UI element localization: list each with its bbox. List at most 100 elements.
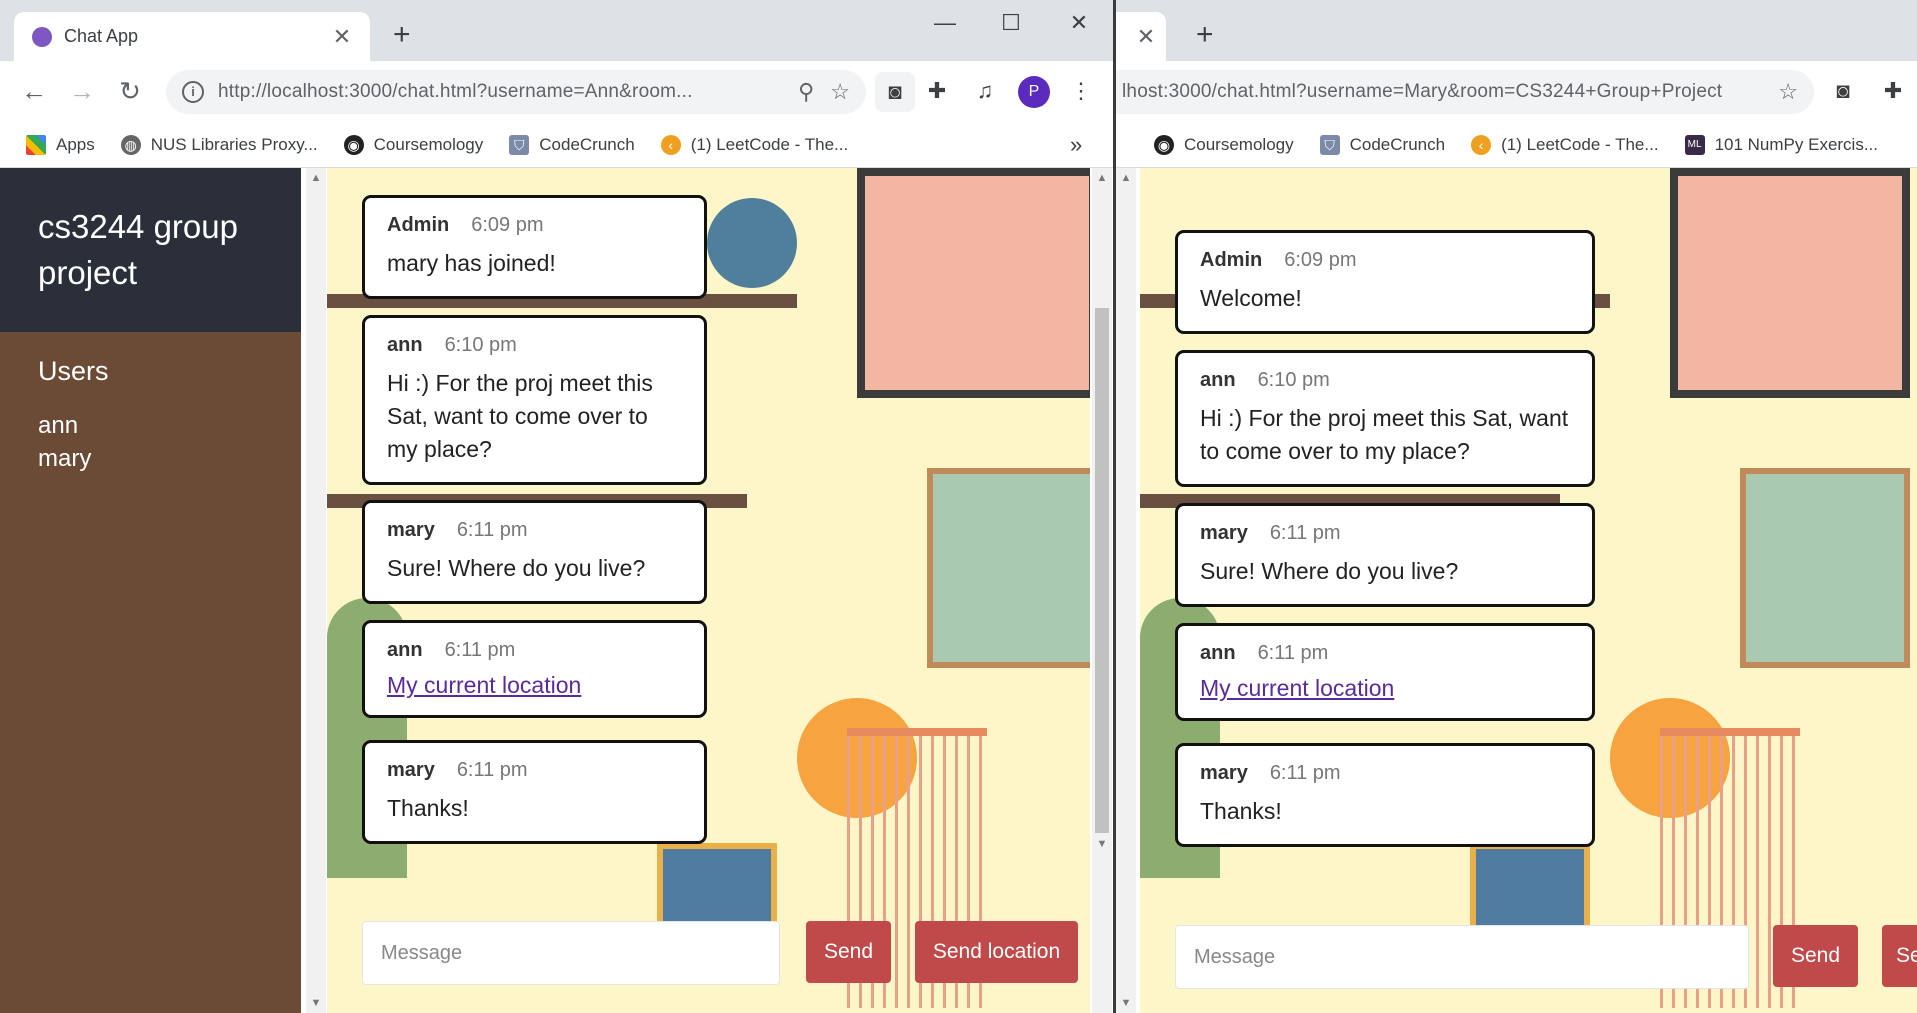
bookmark-apps[interactable]: Apps bbox=[26, 134, 95, 155]
chat-sidebar: cs3244 group project Users ann mary bbox=[0, 168, 301, 1013]
message-bubble: mary 6:11 pm Thanks! bbox=[1175, 743, 1595, 847]
codecrunch-shield-icon: ⛉ bbox=[509, 134, 530, 155]
browser-window-ann: Chat App ✕ + — ☐ ✕ ← → ↻ i http://localh… bbox=[0, 0, 1113, 1013]
plant-pot-decoration bbox=[707, 198, 797, 288]
url-text[interactable]: http://localhost:3000/chat.html?username… bbox=[218, 81, 782, 103]
scroll-down-icon[interactable]: ▼ bbox=[306, 997, 326, 1009]
message-author: mary bbox=[387, 519, 435, 541]
bookmark-label: CodeCrunch bbox=[1349, 134, 1446, 154]
message-bubble: mary 6:11 pm Sure! Where do you live? bbox=[362, 500, 707, 604]
bookmark-numpy[interactable]: ML 101 NumPy Exercis... bbox=[1684, 134, 1878, 155]
message-bubble: mary 6:11 pm Thanks! bbox=[362, 740, 707, 844]
leetcode-icon: ‹ bbox=[660, 134, 681, 155]
message-text: mary has joined! bbox=[387, 250, 556, 276]
location-pin-icon[interactable]: ⚲ bbox=[798, 79, 814, 105]
send-button[interactable]: Send bbox=[806, 921, 891, 983]
close-tab-icon[interactable]: ✕ bbox=[332, 24, 352, 50]
site-info-icon[interactable]: i bbox=[182, 81, 204, 103]
page-scrollbar[interactable]: ▲ ▼ bbox=[1116, 168, 1136, 1013]
send-location-button[interactable]: Se bbox=[1882, 925, 1917, 987]
minimize-icon[interactable]: — bbox=[930, 10, 960, 36]
bookmark-label: CodeCrunch bbox=[539, 134, 635, 154]
bookmark-nus-libraries[interactable]: ◍ NUS Libraries Proxy... bbox=[120, 134, 318, 155]
tab-chat-app[interactable]: Chat App ✕ bbox=[14, 12, 370, 61]
send-button[interactable]: Send bbox=[1773, 925, 1858, 987]
scroll-up-icon[interactable]: ▲ bbox=[1116, 172, 1136, 184]
message-author: ann bbox=[1200, 369, 1236, 391]
address-bar[interactable]: i http://localhost:3000/chat.html?userna… bbox=[166, 70, 866, 114]
message-text: Thanks! bbox=[387, 795, 469, 821]
message-input[interactable]: Message bbox=[362, 921, 780, 985]
bookmark-star-icon[interactable]: ☆ bbox=[830, 79, 850, 105]
message-bubble: ann 6:11 pm My current location bbox=[362, 620, 707, 718]
message-text: Hi :) For the proj meet this Sat, want t… bbox=[1200, 405, 1569, 464]
bookmark-codecrunch[interactable]: ⛉ CodeCrunch bbox=[509, 134, 635, 155]
bookmark-star-icon[interactable]: ☆ bbox=[1778, 79, 1798, 105]
page-scrollbar[interactable]: ▲ ▼ bbox=[306, 168, 326, 1013]
forward-icon[interactable]: → bbox=[62, 76, 102, 107]
leetcode-icon: ‹ bbox=[1471, 134, 1492, 155]
message-time: 6:09 pm bbox=[1284, 249, 1357, 271]
message-time: 6:11 pm bbox=[456, 759, 528, 781]
more-bookmarks-icon[interactable]: » bbox=[1070, 132, 1082, 158]
bookmarks-bar: ◉ Coursemology ⛉ CodeCrunch ‹ (1) LeetCo… bbox=[1116, 122, 1917, 168]
message-author: mary bbox=[1200, 522, 1248, 544]
address-bar[interactable]: lhost:3000/chat.html?username=Mary&room=… bbox=[1116, 70, 1814, 114]
back-icon[interactable]: ← bbox=[14, 76, 54, 107]
bookmark-label: NUS Libraries Proxy... bbox=[150, 134, 318, 154]
chat-scrollbar[interactable]: ▲ ▼ bbox=[1092, 168, 1112, 1013]
message-text: Thanks! bbox=[1200, 798, 1282, 824]
message-bubble: ann 6:10 pm Hi :) For the proj meet this … bbox=[362, 315, 707, 485]
message-bubble: ann 6:11 pm My current location bbox=[1175, 623, 1595, 721]
location-link[interactable]: My current location bbox=[1200, 675, 1570, 702]
bookmark-leetcode[interactable]: ‹ (1) LeetCode - The... bbox=[660, 134, 848, 155]
scroll-down-icon[interactable]: ▼ bbox=[1092, 838, 1112, 850]
message-time: 6:11 pm bbox=[1269, 762, 1341, 784]
message-author: mary bbox=[387, 759, 435, 781]
profile-avatar[interactable]: P bbox=[1018, 76, 1050, 108]
bookmark-leetcode[interactable]: ‹ (1) LeetCode - The... bbox=[1471, 134, 1659, 155]
scroll-up-icon[interactable]: ▲ bbox=[306, 172, 326, 184]
maximize-icon[interactable]: ☐ bbox=[996, 10, 1026, 36]
codecrunch-shield-icon: ⛉ bbox=[1319, 134, 1340, 155]
bookmark-coursemology[interactable]: ◉ Coursemology bbox=[343, 134, 484, 155]
message-composer: Message Send Se bbox=[1140, 913, 1917, 1013]
reload-icon[interactable]: ↻ bbox=[110, 76, 150, 107]
scroll-up-icon[interactable]: ▲ bbox=[1092, 172, 1112, 184]
ml-plus-icon: ML bbox=[1684, 134, 1705, 155]
message-input[interactable]: Message bbox=[1175, 925, 1749, 989]
url-text[interactable]: lhost:3000/chat.html?username=Mary&room=… bbox=[1116, 81, 1762, 103]
tab-chat-app[interactable]: ✕ bbox=[1116, 12, 1166, 61]
send-location-button[interactable]: Send location bbox=[915, 921, 1078, 983]
bookmark-coursemology[interactable]: ◉ Coursemology bbox=[1154, 134, 1294, 155]
coursemology-icon: ◉ bbox=[343, 134, 364, 155]
scroll-thumb[interactable] bbox=[1095, 308, 1109, 833]
chat-area: Admin 6:09 pm Welcome! ann 6:10 pm Hi :) F… bbox=[1140, 168, 1917, 1013]
message-text: Sure! Where do you live? bbox=[1200, 558, 1459, 584]
message-author: ann bbox=[387, 334, 423, 356]
menu-icon[interactable]: ⋮ bbox=[1066, 78, 1096, 104]
globe-icon: ◍ bbox=[120, 134, 141, 155]
bookmark-label: Apps bbox=[56, 134, 95, 154]
new-tab-icon[interactable]: + bbox=[1196, 20, 1214, 50]
camera-icon[interactable]: ◙ bbox=[1828, 78, 1858, 104]
message-author: Admin bbox=[1200, 249, 1263, 271]
message-author: mary bbox=[1200, 762, 1248, 784]
bookmark-codecrunch[interactable]: ⛉ CodeCrunch bbox=[1319, 134, 1446, 155]
extensions-icon[interactable]: ✚ bbox=[1878, 78, 1908, 104]
bookmarks-bar: Apps ◍ NUS Libraries Proxy... ◉ Coursemo… bbox=[0, 122, 1113, 168]
media-control-icon[interactable]: ♫ bbox=[970, 78, 1000, 104]
close-tab-icon[interactable]: ✕ bbox=[1136, 24, 1156, 50]
user-list-item: mary bbox=[38, 445, 92, 472]
location-link[interactable]: My current location bbox=[387, 672, 682, 699]
close-window-icon[interactable]: ✕ bbox=[1064, 10, 1094, 36]
extensions-icon[interactable]: ✚ bbox=[922, 78, 952, 104]
message-time: 6:11 pm bbox=[1257, 642, 1329, 664]
message-time: 6:11 pm bbox=[456, 519, 528, 541]
new-tab-icon[interactable]: + bbox=[393, 20, 411, 50]
framed-picture-decoration bbox=[1670, 168, 1910, 398]
bookmark-label: Coursemology bbox=[373, 134, 484, 154]
scroll-down-icon[interactable]: ▼ bbox=[1116, 997, 1136, 1009]
camera-icon[interactable]: ◙ bbox=[875, 72, 915, 112]
tab-favicon-icon bbox=[32, 26, 52, 47]
